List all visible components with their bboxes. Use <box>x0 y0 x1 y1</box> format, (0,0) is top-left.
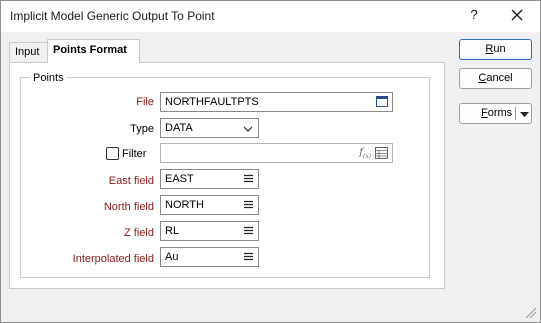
east-field-input[interactable]: EAST <box>160 169 259 189</box>
tab-input[interactable]: Input <box>9 42 48 62</box>
forms-label: orms <box>487 107 513 119</box>
forms-dropdown-arrow-icon[interactable] <box>520 109 529 121</box>
tab-points-format[interactable]: Points Format <box>47 39 140 63</box>
file-label: File <box>136 96 154 108</box>
east-field-value: EAST <box>165 173 194 185</box>
forms-button[interactable]: Forms <box>459 103 532 124</box>
interpolated-field-label: Interpolated field <box>72 253 154 265</box>
run-label: un <box>493 43 506 55</box>
tab-points-format-label: Points Format <box>53 44 127 56</box>
forms-divider <box>515 107 516 120</box>
resize-grip-icon[interactable] <box>525 307 537 322</box>
list-icon[interactable] <box>244 200 253 212</box>
filter-checkbox[interactable] <box>106 147 119 160</box>
north-field-input[interactable]: NORTH <box>160 195 259 215</box>
north-field-value: NORTH <box>165 199 204 211</box>
filter-label: Filter <box>122 148 147 160</box>
browse-icon[interactable] <box>375 147 388 162</box>
north-field-label: North field <box>103 201 154 213</box>
list-icon[interactable] <box>244 174 253 186</box>
cancel-label: ancel <box>486 72 513 84</box>
interpolated-field-value: Au <box>165 251 179 263</box>
east-field-label: East field <box>108 175 154 187</box>
file-value: NORTHFAULTPTS <box>165 96 259 108</box>
z-field-input[interactable]: RL <box>160 221 259 241</box>
list-icon[interactable] <box>244 252 253 264</box>
filter-input[interactable]: f(x) <box>160 143 393 163</box>
dialog-window: Implicit Model Generic Output To Point ?… <box>0 0 541 323</box>
points-group-title: Points <box>30 72 67 84</box>
type-value: DATA <box>165 122 193 134</box>
z-field-value: RL <box>165 225 180 237</box>
help-button[interactable]: ? <box>467 7 481 22</box>
tab-input-label: Input <box>15 46 40 58</box>
close-icon[interactable] <box>509 7 525 23</box>
type-select[interactable]: DATA <box>160 118 259 138</box>
cancel-button[interactable]: Cancel <box>459 68 532 89</box>
forms-label-wrap: Forms <box>481 107 512 119</box>
z-field-label: Z field <box>124 227 154 239</box>
file-input[interactable]: NORTHFAULTPTS <box>160 92 393 112</box>
type-label: Type <box>130 123 154 135</box>
browse-icon[interactable] <box>376 96 388 111</box>
chevron-down-icon[interactable] <box>243 124 253 136</box>
window-title: Implicit Model Generic Output To Point <box>10 9 215 23</box>
run-button[interactable]: Run <box>459 39 532 60</box>
interpolated-field-input[interactable]: Au <box>160 247 259 267</box>
forms-accel: F <box>481 107 488 119</box>
title-bar: Implicit Model Generic Output To Point ? <box>1 1 540 32</box>
function-icon[interactable]: f(x) <box>359 147 371 160</box>
list-icon[interactable] <box>244 226 253 238</box>
